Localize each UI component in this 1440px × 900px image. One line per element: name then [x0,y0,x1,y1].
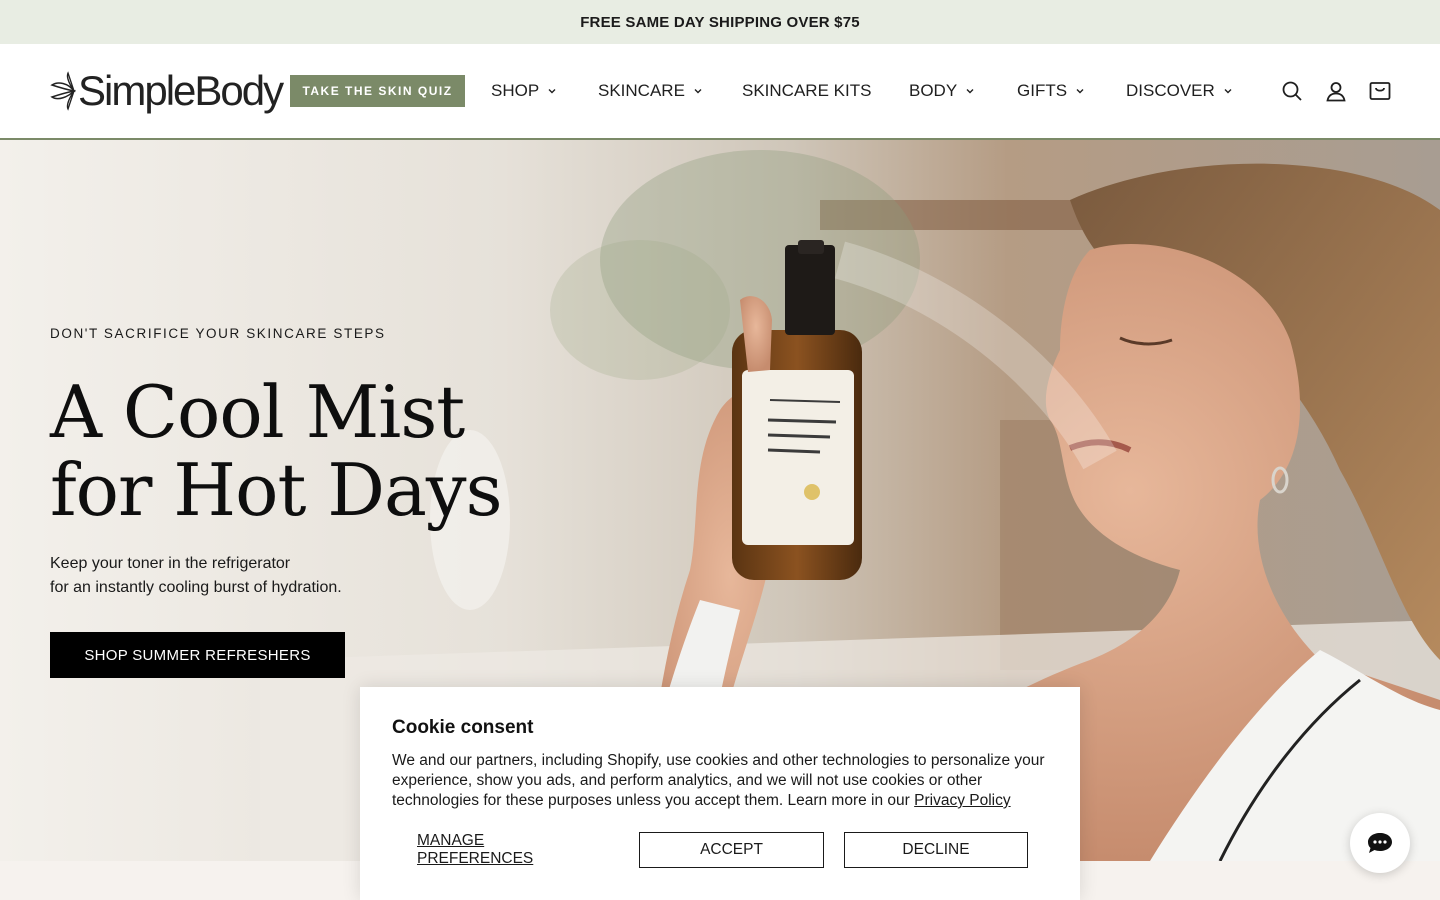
hero-headline: A Cool Mist for Hot Days [50,373,610,529]
chevron-down-icon [1224,89,1232,94]
cart-icon[interactable] [1368,79,1392,103]
nav-item-shop[interactable]: SHOP [491,78,557,104]
cookie-consent-title: Cookie consent [392,717,534,738]
cookie-consent-dialog: Cookie consent We and our partners, incl… [360,687,1080,900]
logo[interactable]: SimpleBody [50,66,284,116]
shop-summer-refreshers-button[interactable]: SHOP SUMMER REFRESHERS [50,632,345,678]
hero-subcopy-line-1: Keep your toner in the refrigerator [50,555,291,572]
hero-subcopy: Keep your toner in the refrigerator for … [50,552,470,600]
nav-label: BODY [909,81,958,100]
hero-headline-line-1: A Cool Mist [50,370,465,454]
leaf-logo-icon [50,71,76,111]
chevron-down-icon [966,89,974,94]
nav-item-skincare-kits[interactable]: SKINCARE KITS [742,78,871,104]
site-header: SimpleBody TAKE THE SKIN QUIZ SHOP SKINC… [0,44,1440,140]
hero-subcopy-line-2: for an instantly cooling burst of hydrat… [50,579,342,596]
chevron-down-icon [1076,89,1084,94]
chat-icon [1368,833,1392,853]
hero-headline-line-2: for Hot Days [50,448,503,532]
nav-item-body[interactable]: BODY [909,78,975,104]
privacy-policy-link[interactable]: Privacy Policy [914,792,1010,809]
nav-item-gifts[interactable]: GIFTS [1017,78,1085,104]
nav-label: GIFTS [1017,81,1068,100]
chevron-down-icon [694,89,702,94]
search-icon[interactable] [1280,79,1304,103]
manage-preferences-button[interactable]: MANAGE PREFERENCES [417,832,595,868]
logo-text: SimpleBody [78,67,284,114]
nav-label: SKINCARE [598,81,685,100]
chat-button[interactable] [1350,813,1410,873]
nav-item-discover[interactable]: DISCOVER [1126,78,1233,104]
decline-button[interactable]: DECLINE [844,832,1028,868]
nav-item-skincare[interactable]: SKINCARE [598,78,703,104]
nav-label: SHOP [491,81,540,100]
accept-button[interactable]: ACCEPT [639,832,824,868]
nav-label: DISCOVER [1126,81,1215,100]
skin-quiz-button[interactable]: TAKE THE SKIN QUIZ [290,75,465,107]
chevron-down-icon [548,89,556,94]
announcement-bar: FREE SAME DAY SHIPPING OVER $75 [0,0,1440,44]
announcement-text: FREE SAME DAY SHIPPING OVER $75 [580,13,860,31]
nav-label: SKINCARE KITS [742,81,872,100]
hero-eyebrow: DON'T SACRIFICE YOUR SKINCARE STEPS [50,326,386,341]
cookie-consent-body: We and our partners, including Shopify, … [392,751,1052,811]
account-icon[interactable] [1324,79,1348,103]
